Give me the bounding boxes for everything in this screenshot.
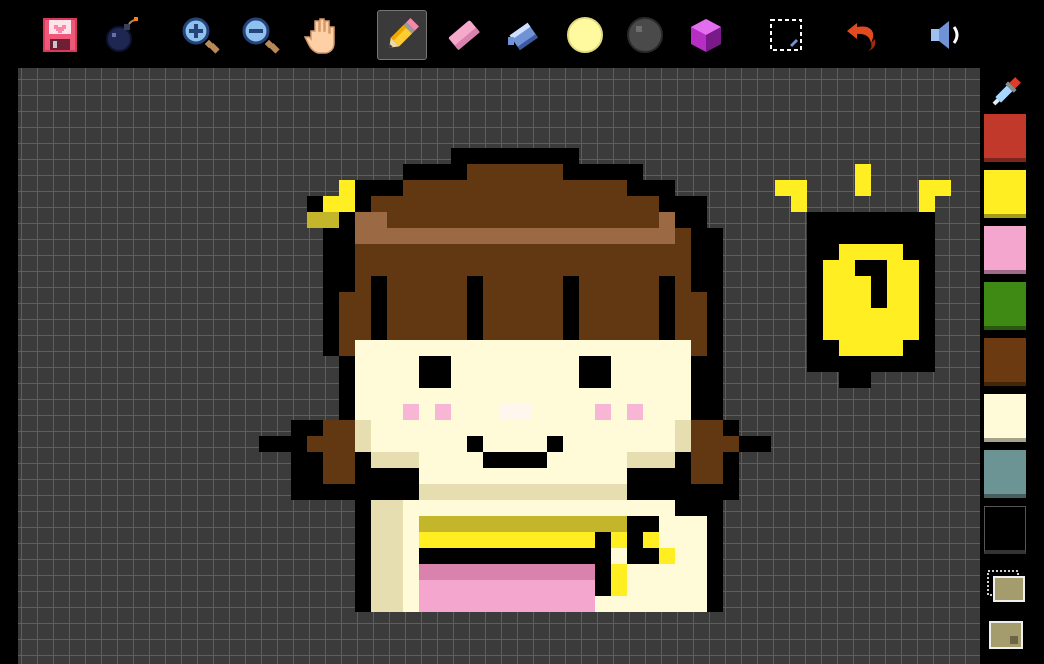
clear-canvas-button[interactable] <box>96 10 146 60</box>
eraser-icon <box>448 20 480 51</box>
hand-icon <box>303 18 335 54</box>
zoom-in-icon <box>182 17 220 54</box>
undo-arrow-icon <box>847 23 876 51</box>
pan-button[interactable] <box>296 10 346 60</box>
speaker-icon <box>931 21 959 49</box>
palette-color-pink[interactable] <box>984 226 1026 274</box>
pixel-canvas[interactable] <box>18 68 980 664</box>
palette-color-green[interactable] <box>984 282 1026 330</box>
palette-color-red[interactable] <box>984 114 1026 162</box>
paint-bucket-icon <box>508 22 538 51</box>
select-button[interactable] <box>761 10 811 60</box>
frame-icon <box>989 621 1023 649</box>
cube-button[interactable] <box>681 10 731 60</box>
floppy-disk-icon <box>43 18 77 52</box>
light-circle-icon <box>567 17 603 53</box>
palette-color-yellow[interactable] <box>984 170 1026 218</box>
lightbulb-drawing <box>775 164 951 388</box>
palette-color-cream[interactable] <box>984 394 1026 442</box>
selection-icon <box>770 19 802 51</box>
palette-color-black[interactable] <box>984 506 1026 554</box>
zoom-in-button[interactable] <box>175 10 225 60</box>
dark-circle-icon <box>627 17 663 53</box>
palette-color-teal-gray[interactable] <box>984 450 1026 498</box>
pencil-icon <box>389 18 419 48</box>
layers-icon <box>987 570 1025 602</box>
pencil-button[interactable] <box>377 10 427 60</box>
pixel-art <box>259 148 951 612</box>
cube-icon <box>691 19 721 52</box>
layers-button[interactable] <box>984 564 1028 608</box>
color-palette <box>982 68 1044 664</box>
eraser-button[interactable] <box>439 10 489 60</box>
character-drawing <box>259 148 771 612</box>
sound-button[interactable] <box>920 10 970 60</box>
eyedropper-icon <box>992 77 1021 106</box>
palette-color-brown[interactable] <box>984 338 1026 386</box>
dark-color-button[interactable] <box>620 10 670 60</box>
eyedropper-button[interactable] <box>984 70 1028 114</box>
fill-button[interactable] <box>499 10 549 60</box>
light-color-button[interactable] <box>560 10 610 60</box>
zoom-out-button[interactable] <box>235 10 285 60</box>
toolbar <box>0 0 1044 68</box>
zoom-out-icon <box>242 17 280 54</box>
undo-button[interactable] <box>838 10 888 60</box>
frame-button[interactable] <box>984 614 1028 658</box>
bomb-icon <box>106 17 138 52</box>
save-button[interactable] <box>35 10 85 60</box>
